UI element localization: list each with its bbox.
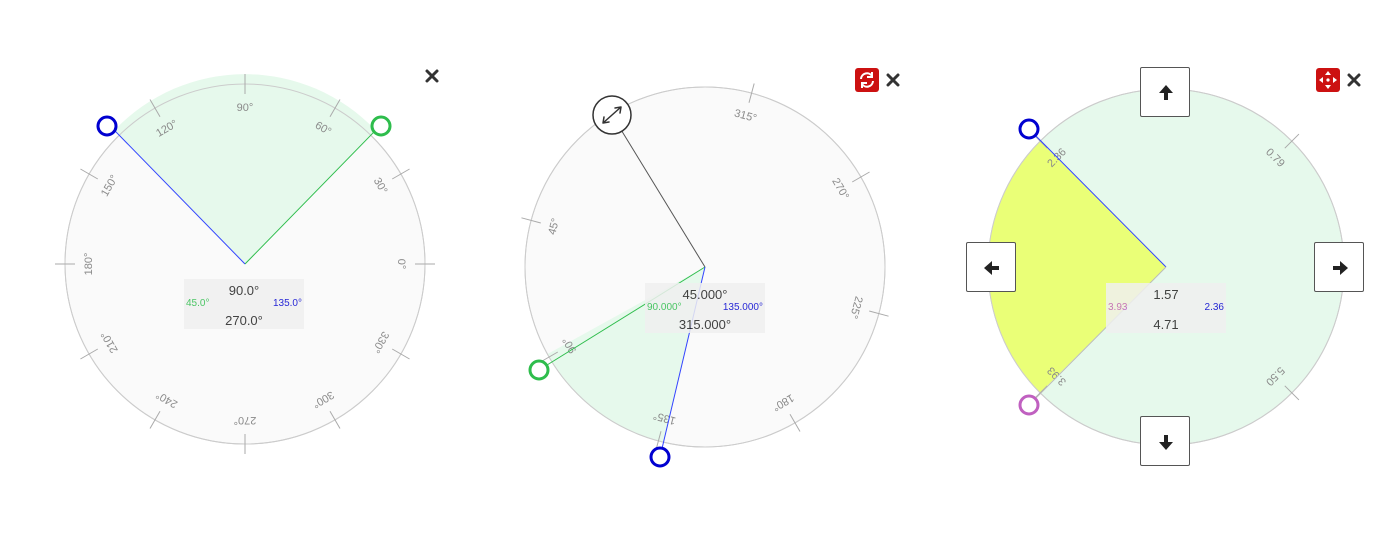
close-icon[interactable] [883,70,903,90]
protractor-3-magenta-handle[interactable] [1018,394,1040,416]
arrow-left-button[interactable] [966,242,1016,292]
arrow-down-button[interactable] [1140,416,1190,466]
readout-right-value: 135.0° [272,298,302,309]
protractor-2-green-handle[interactable] [528,359,550,381]
protractor-1-green-handle[interactable] [370,115,392,137]
double-arrow-icon[interactable] [592,95,632,135]
readout-right-value: 2.36 [1204,302,1224,313]
protractor-3-blue-handle[interactable] [1018,118,1040,140]
protractor-1-blue-handle[interactable] [96,115,118,137]
protractor-2-blue-handle[interactable] [649,446,671,468]
readout-top-value: 1.57 [1153,287,1179,302]
protractor-widget-1: 0° 30° 60° 90° 120° 150° 180° 210° 240° 270° 300° 3… [0,0,466,560]
readout-top-value: 45.000° [682,287,728,302]
rotate-icon[interactable] [855,68,879,92]
readout-left-value: 45.0° [186,298,210,309]
protractor-3-readout: 1.57 3.93 2.36 4.71 [1106,283,1226,333]
tick-label: 270° [234,414,257,426]
tick-label: 90° [237,102,254,114]
readout-left-value: 3.93 [1108,302,1128,313]
tick-label: 0° [395,259,407,270]
protractor-2-readout: 45.000° 90.000° 135.000° 315.000° [645,283,765,333]
protractor-1-readout: 90.0° 45.0° 135.0° 270.0° [184,279,304,329]
arrow-right-button[interactable] [1314,242,1364,292]
protractor-widget-3: 0.79 2.36 3.93 5.50 1.57 3.93 2.36 4.71 [932,0,1398,560]
arrow-up-button[interactable] [1140,67,1190,117]
readout-right-value: 135.000° [722,302,763,313]
arrow-up-icon [1159,85,1173,100]
close-icon[interactable] [422,66,442,86]
readout-top-value: 90.0° [228,283,260,298]
readout-bottom-value: 4.71 [1153,317,1179,332]
arrow-left-icon [984,261,999,275]
move-icon[interactable] [1316,68,1340,92]
arrow-right-icon [1333,261,1348,275]
tick-label: 180° [83,253,95,276]
protractor-widget-2: 45° 90° 135° 180° 225° 270° 315° 45.000° 90.00… [466,0,932,560]
close-icon[interactable] [1344,70,1364,90]
arrow-down-icon [1159,435,1173,450]
readout-bottom-value: 270.0° [225,313,263,328]
readout-left-value: 90.000° [647,302,682,313]
readout-bottom-value: 315.000° [678,317,732,332]
